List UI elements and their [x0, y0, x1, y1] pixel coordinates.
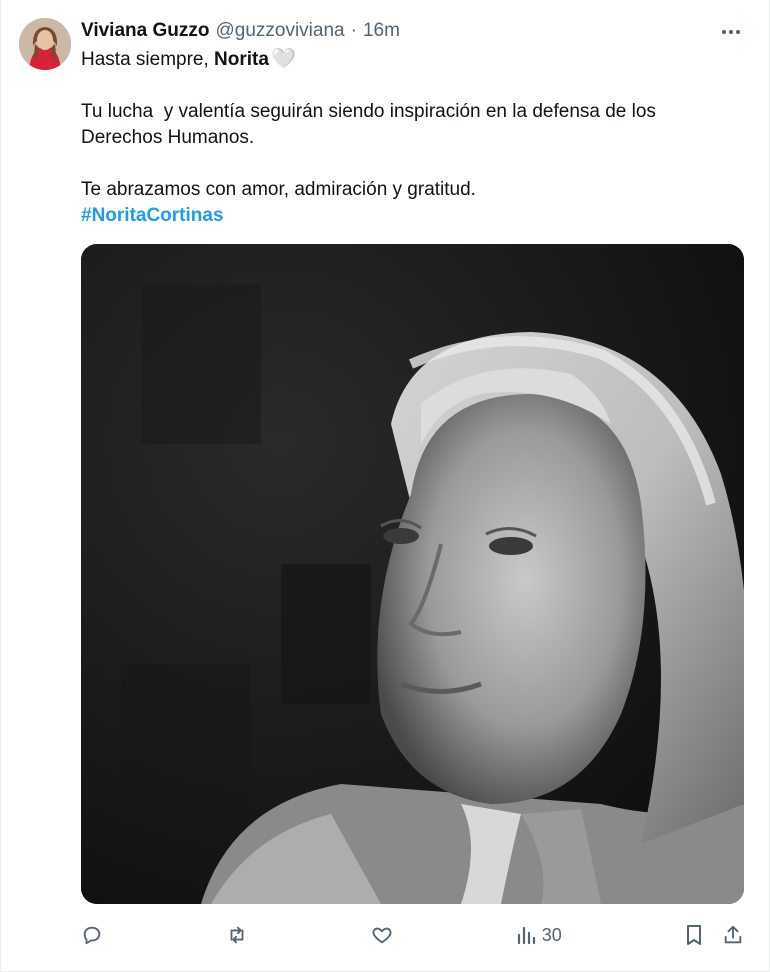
share-icon	[724, 925, 742, 944]
tweet-paragraph-3: Te abrazamos con amor, admiración y grat…	[81, 179, 476, 200]
bookmark-button[interactable]	[684, 924, 704, 946]
retweet-button[interactable]	[225, 924, 249, 946]
share-button[interactable]	[722, 924, 744, 946]
tweet-card[interactable]: Viviana Guzzo @guzzoviviana · 16m Hasta …	[0, 0, 770, 972]
like-button[interactable]	[371, 924, 393, 946]
white-heart-icon: 🤍	[270, 48, 296, 70]
avatar[interactable]	[19, 18, 71, 70]
like-icon	[372, 927, 392, 944]
hashtag-link[interactable]: #NoritaCortinas	[81, 205, 224, 226]
views-count: 30	[541, 924, 562, 945]
tweet-header: Viviana Guzzo @guzzoviviana · 16m	[81, 18, 400, 44]
tweet-line-1: Hasta siempre, Norita 🤍	[81, 46, 741, 73]
bookmark-icon	[686, 925, 701, 945]
tweet-bold-name: Norita	[214, 49, 269, 70]
separator-dot: ·	[350, 20, 357, 41]
tweet-line-1-text: Hasta siempre,	[81, 49, 215, 70]
more-options-icon[interactable]	[719, 20, 743, 44]
tweet-text: Hasta siempre, Norita 🤍 Tu lucha y valent…	[81, 46, 741, 229]
tweet-photo[interactable]	[81, 244, 744, 904]
author-handle[interactable]: @guzzoviviana	[215, 20, 344, 42]
reply-icon	[83, 926, 101, 945]
retweet-icon	[230, 926, 244, 944]
action-bar: 30	[81, 920, 744, 950]
tweet-paragraph-2-line-1: Tu lucha y valentía seguirán siendo insp…	[81, 101, 656, 122]
views-icon	[517, 926, 535, 945]
timestamp[interactable]: 16m	[363, 20, 400, 42]
tweet-paragraph-2-line-2: Derechos Humanos.	[81, 127, 255, 148]
reply-button[interactable]	[81, 924, 103, 946]
author-name[interactable]: Viviana Guzzo	[81, 20, 209, 42]
views-button[interactable]: 30	[516, 925, 562, 946]
